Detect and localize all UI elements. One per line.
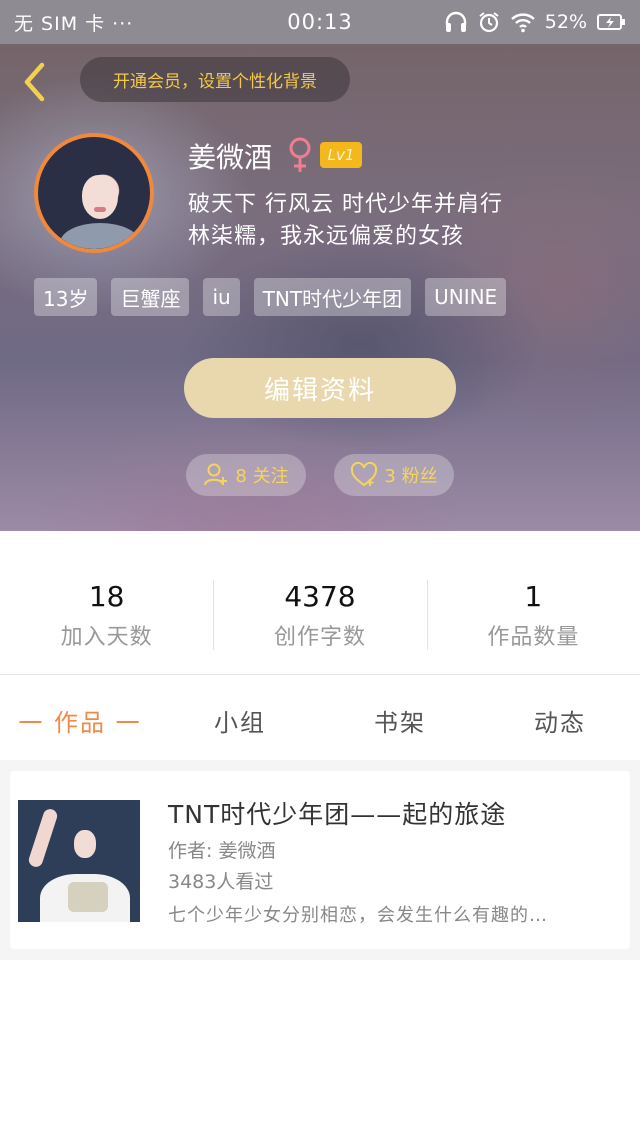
following-button[interactable]: 8 关注	[186, 454, 306, 496]
status-bar: 无 SIM 卡 ··· 00:13 52%	[0, 0, 640, 44]
fans-button[interactable]: 3 粉丝	[334, 454, 454, 496]
avatar-hand	[60, 223, 140, 249]
stat-value: 4378	[284, 579, 356, 613]
status-icons: 52%	[444, 11, 626, 33]
fans-count: 3 粉丝	[384, 466, 438, 487]
bio-line-2: 林柒糯，我永远偏爱的女孩	[188, 224, 465, 249]
tag-tnt: TNT时代少年团	[253, 278, 412, 316]
stats-bar: 18 加入天数 4378 创作字数 1 作品数量	[0, 570, 640, 660]
headphones-icon	[445, 11, 466, 32]
tab-groups[interactable]: 小组	[160, 690, 320, 750]
vip-banner[interactable]: 开通会员，设置个性化背景	[80, 57, 350, 102]
work-author: 作者: 姜微酒	[168, 840, 276, 862]
cover-shirt-print	[68, 882, 108, 912]
stat-label: 加入天数	[60, 624, 153, 650]
battery-icon	[597, 14, 625, 30]
tag-zodiac: 巨蟹座	[111, 278, 190, 316]
add-user-icon	[204, 463, 228, 486]
user-bio: 破天下 行风云 时代少年并肩行 林柒糯，我永远偏爱的女孩	[188, 189, 503, 253]
level-badge: Lv1	[320, 142, 362, 168]
female-icon	[289, 137, 311, 172]
tab-activity[interactable]: 动态	[480, 690, 640, 750]
alarm-icon	[479, 12, 499, 33]
avatar-face	[82, 175, 118, 219]
divider	[0, 674, 640, 675]
work-title[interactable]: TNT时代少年团——起的旅途	[168, 795, 506, 831]
avatar[interactable]	[34, 133, 154, 253]
wifi-icon	[510, 13, 535, 33]
tag-iu: iu	[203, 278, 240, 316]
edit-profile-button[interactable]: 编辑资料	[184, 358, 456, 418]
work-card[interactable]: TNT时代少年团——起的旅途 作者: 姜微酒 3483人看过 七个少年少女分别相…	[10, 771, 630, 949]
work-views: 3483人看过	[168, 871, 274, 893]
back-button[interactable]	[14, 58, 54, 106]
stat-label: 创作字数	[273, 624, 366, 650]
bio-line-1: 破天下 行风云 时代少年并肩行	[188, 192, 503, 217]
stat-value: 1	[524, 579, 543, 613]
avatar-lips	[94, 207, 106, 212]
stat-join-days: 18 加入天数	[0, 570, 213, 660]
following-count: 8 关注	[235, 466, 289, 487]
work-cover-image[interactable]	[18, 800, 140, 922]
stat-label: 作品数量	[487, 624, 580, 650]
tag-unine: UNINE	[425, 278, 507, 316]
profile-header: 开通会员，设置个性化背景 姜微酒 Lv1 破天下 行风云 时代少年并肩行 林柒糯…	[0, 44, 640, 531]
work-description: 七个少年少女分别相恋，会发生什么有趣的…	[168, 905, 548, 926]
tag-age: 13岁	[34, 278, 98, 316]
battery-percent: 52%	[544, 11, 587, 33]
tab-bookshelf[interactable]: 书架	[320, 690, 480, 750]
stat-value: 18	[88, 579, 125, 613]
tag-list: 13岁 巨蟹座 iu TNT时代少年团 UNINE	[34, 278, 507, 316]
cover-face	[74, 830, 96, 858]
user-name: 姜微酒	[188, 141, 273, 174]
chevron-left-icon	[24, 62, 45, 102]
heart-icon	[351, 462, 378, 487]
stat-works-count: 1 作品数量	[426, 570, 640, 660]
stat-word-count: 4378 创作字数	[213, 570, 426, 660]
carrier-label: 无 SIM 卡 ···	[14, 12, 134, 35]
cover-arm	[27, 807, 59, 869]
tab-bar: 一 作品 一 小组 书架 动态	[0, 690, 640, 750]
tab-works[interactable]: 一 作品 一	[0, 690, 160, 750]
